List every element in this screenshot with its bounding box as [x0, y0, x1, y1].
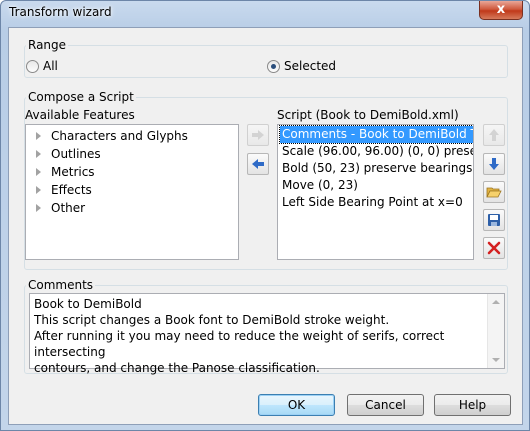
tree-item-label[interactable]: Characters and Glyphs: [51, 129, 188, 143]
close-button[interactable]: x: [479, 1, 523, 20]
arrow-left-icon: [252, 159, 264, 169]
tree-item-effects[interactable]: Effects: [36, 181, 92, 199]
compose-legend: Compose a Script: [28, 90, 134, 104]
expand-arrow-icon[interactable]: [36, 168, 41, 176]
script-line[interactable]: Bold (50, 23) preserve bearings: [280, 160, 473, 177]
add-feature-button[interactable]: [247, 124, 269, 146]
comments-textarea[interactable]: Book to DemiBold This script changes a B…: [29, 293, 505, 375]
radio-all-label[interactable]: All: [43, 59, 58, 73]
cancel-button[interactable]: Cancel: [347, 394, 424, 416]
comments-legend: Comments: [28, 278, 94, 292]
tree-item-label[interactable]: Metrics: [51, 165, 95, 179]
title-bar[interactable]: Transform wizard x: [1, 1, 529, 25]
help-button[interactable]: Help: [434, 394, 511, 416]
expand-arrow-icon[interactable]: [36, 150, 41, 158]
scroll-up-icon[interactable]: [492, 300, 500, 304]
radio-all[interactable]: All: [26, 59, 58, 73]
comment-line: Book to DemiBold: [34, 297, 142, 311]
script-label: Script (Book to DemiBold.xml): [277, 108, 459, 122]
available-features-label: Available Features: [25, 108, 135, 122]
comment-line: This script changes a Book font to DemiB…: [34, 313, 390, 327]
scroll-down-icon[interactable]: [492, 358, 500, 362]
comments-scrollbar[interactable]: [487, 294, 504, 368]
script-line[interactable]: Move (0, 23): [280, 177, 360, 194]
radio-selected[interactable]: Selected: [267, 59, 336, 73]
expand-arrow-icon[interactable]: [36, 186, 41, 194]
comment-line: After running it you may need to reduce …: [34, 329, 445, 359]
script-line[interactable]: Scale (96.00, 96.00) (0, 0) preserve be: [280, 143, 473, 160]
ok-button[interactable]: OK: [258, 394, 335, 416]
tree-item-metrics[interactable]: Metrics: [36, 163, 95, 181]
save-script-button[interactable]: [483, 209, 505, 231]
expand-arrow-icon[interactable]: [36, 204, 41, 212]
folder-open-icon: [486, 187, 502, 198]
tree-item-label[interactable]: Outlines: [51, 147, 101, 161]
arrow-right-icon: [252, 130, 264, 140]
comment-line: contours, and change the Panose classifi…: [34, 361, 320, 375]
delete-x-icon: [487, 241, 501, 255]
save-disk-icon: [488, 214, 500, 226]
tree-item-label[interactable]: Effects: [51, 183, 92, 197]
dialog-window: Transform wizard x Range All Selected Co…: [0, 0, 530, 431]
dialog-body: Range All Selected Compose a Script Avai…: [8, 27, 523, 425]
script-line[interactable]: Left Side Bearing Point at x=0: [280, 194, 465, 211]
radio-selected-label[interactable]: Selected: [284, 59, 336, 73]
available-features-tree[interactable]: Characters and Glyphs Outlines Metrics E…: [25, 124, 239, 260]
script-line[interactable]: Comments - Book to DemiBold This: [278, 125, 473, 144]
delete-line-button[interactable]: [483, 237, 505, 259]
range-group: Range: [24, 38, 508, 78]
open-script-button[interactable]: [483, 181, 505, 203]
range-legend: Range: [28, 38, 67, 52]
remove-feature-button[interactable]: [247, 153, 269, 175]
expand-arrow-icon[interactable]: [36, 132, 41, 140]
tree-item-other[interactable]: Other: [36, 199, 85, 217]
arrow-up-icon: [489, 129, 499, 141]
arrow-down-icon: [489, 158, 499, 170]
move-down-button[interactable]: [483, 153, 505, 175]
move-up-button[interactable]: [483, 124, 505, 146]
close-icon: x: [496, 2, 506, 17]
window-title: Transform wizard: [9, 5, 112, 19]
script-listbox[interactable]: Comments - Book to DemiBold This Scale (…: [277, 124, 474, 260]
tree-item-label[interactable]: Other: [51, 201, 85, 215]
radio-all-circle[interactable]: [26, 59, 39, 73]
tree-item-characters-glyphs[interactable]: Characters and Glyphs: [36, 127, 188, 145]
tree-item-outlines[interactable]: Outlines: [36, 145, 101, 163]
radio-selected-circle[interactable]: [267, 59, 280, 73]
